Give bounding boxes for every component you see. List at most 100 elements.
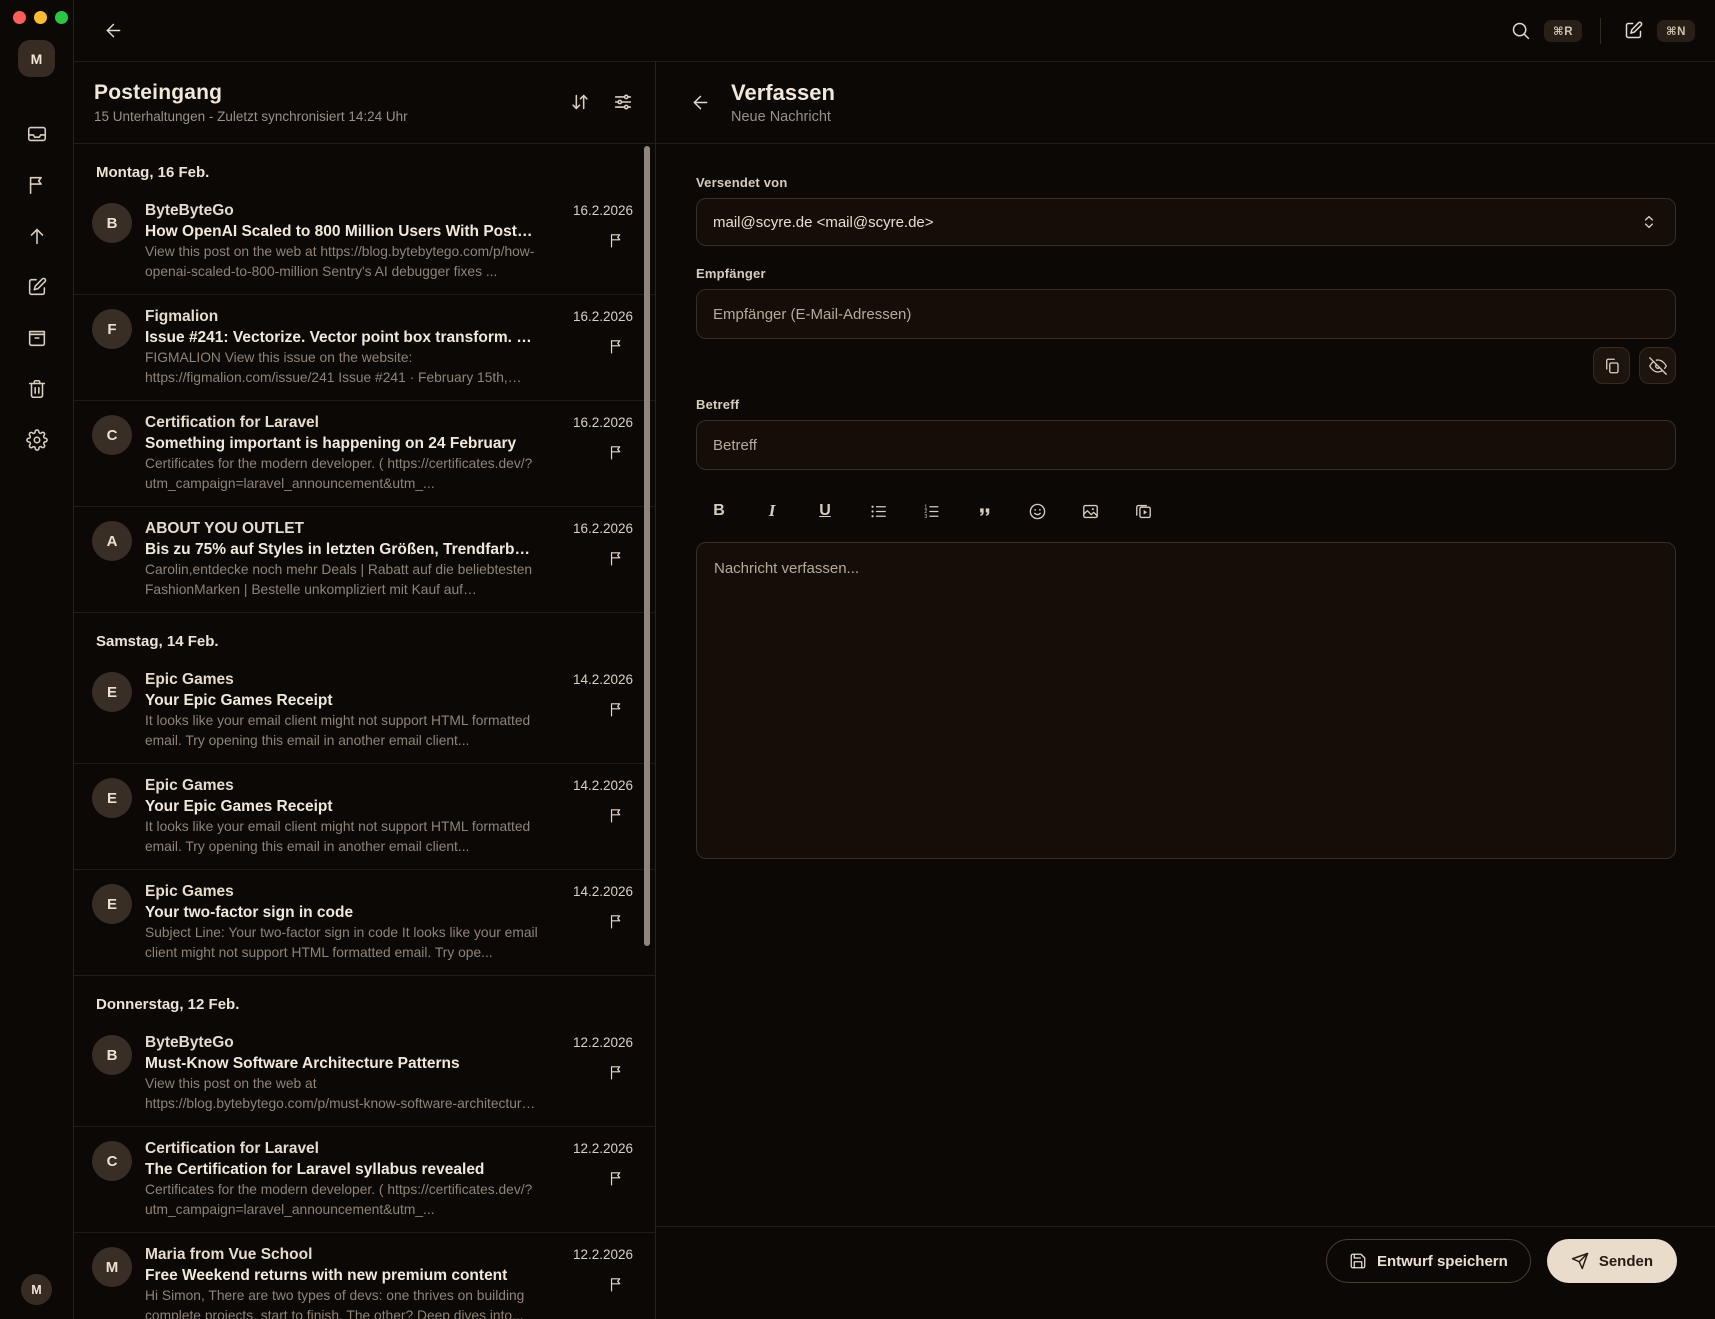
subject-label: Betreff — [696, 397, 1676, 412]
inbox-header: Posteingang 15 Unterhaltungen - Zuletzt … — [74, 62, 655, 144]
list-item[interactable]: B ByteByteGo Must-Know Software Architec… — [74, 1021, 655, 1126]
emoji-button[interactable] — [1022, 497, 1052, 525]
topbar: ⌘R ⌘N — [74, 0, 1715, 62]
list-item[interactable]: A ABOUT YOU OUTLET Bis zu 75% auf Styles… — [74, 506, 655, 612]
sidebar-item-settings[interactable] — [26, 429, 48, 451]
flag-icon[interactable] — [608, 232, 625, 249]
sidebar-item-inbox[interactable] — [26, 123, 48, 145]
compose-footer: Entwurf speichern Senden — [656, 1226, 1715, 1319]
send-icon — [1571, 1252, 1589, 1270]
flag-icon[interactable] — [608, 1170, 625, 1187]
flag-icon[interactable] — [608, 444, 625, 461]
subject-input[interactable] — [696, 420, 1676, 470]
underline-icon: U — [819, 502, 831, 520]
email-list: Montag, 16 Feb. B ByteByteGo How OpenAI … — [74, 144, 655, 1319]
email-date: 14.2.2026 — [573, 882, 633, 902]
avatar: A — [92, 521, 132, 561]
email-date: 16.2.2026 — [573, 307, 633, 327]
back-button[interactable] — [99, 17, 127, 45]
window-close-button[interactable] — [13, 11, 26, 24]
ordered-list-button[interactable]: 123 — [916, 497, 946, 525]
email-subject: Bis zu 75% auf Styles in letzten Größen,… — [145, 539, 538, 560]
email-date: 12.2.2026 — [573, 1139, 633, 1159]
recipients-input[interactable] — [696, 289, 1676, 339]
inbox-icon — [26, 123, 48, 145]
email-subject: Your two-factor sign in code — [145, 902, 538, 923]
email-date: 12.2.2026 — [573, 1245, 633, 1265]
email-preview: Hi Simon, There are two types of devs: o… — [145, 1286, 538, 1319]
email-sender: Epic Games — [145, 670, 538, 690]
email-sender: Epic Games — [145, 776, 538, 796]
back-icon — [103, 20, 124, 41]
recipients-label: Empfänger — [696, 266, 1676, 281]
sidebar-item-archive[interactable] — [26, 327, 48, 349]
filter-icon — [612, 91, 634, 113]
avatar: E — [92, 884, 132, 924]
cc-button[interactable] — [1593, 347, 1630, 384]
compose-subtitle: Neue Nachricht — [731, 109, 835, 125]
list-item[interactable]: C Certification for Laravel The Certific… — [74, 1126, 655, 1232]
avatar: E — [92, 672, 132, 712]
compose-form: Versendet von mail@scyre.de <mail@scyre.… — [656, 144, 1715, 859]
from-select[interactable]: mail@scyre.de <mail@scyre.de> — [696, 198, 1676, 246]
from-select-value: mail@scyre.de <mail@scyre.de> — [713, 214, 934, 231]
workspace-avatar[interactable]: M — [18, 40, 55, 77]
sidebar: M M — [0, 0, 74, 1319]
sidebar-item-flag[interactable] — [26, 174, 48, 196]
image-button[interactable] — [1075, 497, 1105, 525]
bcc-toggle-button[interactable] — [1639, 347, 1676, 384]
inbox-panel: Posteingang 15 Unterhaltungen - Zuletzt … — [74, 62, 656, 1319]
list-item[interactable]: M Maria from Vue School Free Weekend ret… — [74, 1232, 655, 1319]
compose-shortcut-badge: ⌘N — [1657, 20, 1695, 42]
email-date: 14.2.2026 — [573, 776, 633, 796]
underline-button[interactable]: U — [810, 497, 840, 525]
list-item[interactable]: E Epic Games Your Epic Games Receipt It … — [74, 763, 655, 869]
bold-button[interactable]: B — [704, 497, 734, 525]
list-scrollbar[interactable] — [644, 146, 650, 946]
list-item[interactable]: F Figmalion Issue #241: Vectorize. Vecto… — [74, 294, 655, 400]
flag-icon[interactable] — [608, 701, 625, 718]
flag-icon[interactable] — [608, 807, 625, 824]
list-item[interactable]: C Certification for Laravel Something im… — [74, 400, 655, 506]
italic-icon: I — [769, 501, 776, 521]
recipients-options — [696, 347, 1676, 384]
flag-icon[interactable] — [608, 550, 625, 567]
window-zoom-button[interactable] — [55, 11, 68, 24]
sidebar-item-trash[interactable] — [26, 378, 48, 400]
list-item[interactable]: B ByteByteGo How OpenAI Scaled to 800 Mi… — [74, 189, 655, 294]
avatar: C — [92, 1141, 132, 1181]
user-avatar[interactable]: M — [21, 1274, 52, 1305]
email-subject: Free Weekend returns with new premium co… — [145, 1265, 538, 1286]
send-button[interactable]: Senden — [1547, 1239, 1677, 1283]
bullet-list-button[interactable] — [863, 497, 893, 525]
quote-button[interactable] — [969, 497, 999, 525]
window-minimize-button[interactable] — [34, 11, 47, 24]
email-group: Montag, 16 Feb. B ByteByteGo How OpenAI … — [74, 144, 655, 612]
email-preview: It looks like your email client might no… — [145, 817, 538, 856]
media-icon — [1134, 502, 1153, 521]
sidebar-item-compose[interactable] — [26, 276, 48, 298]
email-date: 12.2.2026 — [573, 1033, 633, 1053]
filter-button[interactable] — [611, 91, 635, 115]
eye-off-icon — [1649, 357, 1667, 375]
app-window: M M ⌘R ⌘N — [0, 0, 1715, 1319]
flag-icon[interactable] — [608, 338, 625, 355]
flag-icon[interactable] — [608, 1064, 625, 1081]
italic-button[interactable]: I — [757, 497, 787, 525]
new-message-button[interactable] — [1619, 17, 1647, 45]
avatar: M — [92, 1247, 132, 1287]
list-item[interactable]: E Epic Games Your two-factor sign in cod… — [74, 869, 655, 975]
email-sender: ByteByteGo — [145, 1033, 538, 1053]
sort-button[interactable] — [568, 91, 592, 115]
search-button[interactable] — [1506, 17, 1534, 45]
message-body-input[interactable] — [696, 542, 1676, 859]
email-subject: Something important is happening on 24 F… — [145, 433, 538, 454]
media-button[interactable] — [1128, 497, 1158, 525]
compose-back-button[interactable] — [686, 89, 714, 117]
list-item[interactable]: E Epic Games Your Epic Games Receipt It … — [74, 658, 655, 763]
flag-icon[interactable] — [608, 913, 625, 930]
sidebar-item-sent[interactable] — [26, 225, 48, 247]
save-draft-button[interactable]: Entwurf speichern — [1326, 1239, 1531, 1283]
flag-icon[interactable] — [608, 1276, 625, 1293]
archive-icon — [26, 327, 48, 349]
